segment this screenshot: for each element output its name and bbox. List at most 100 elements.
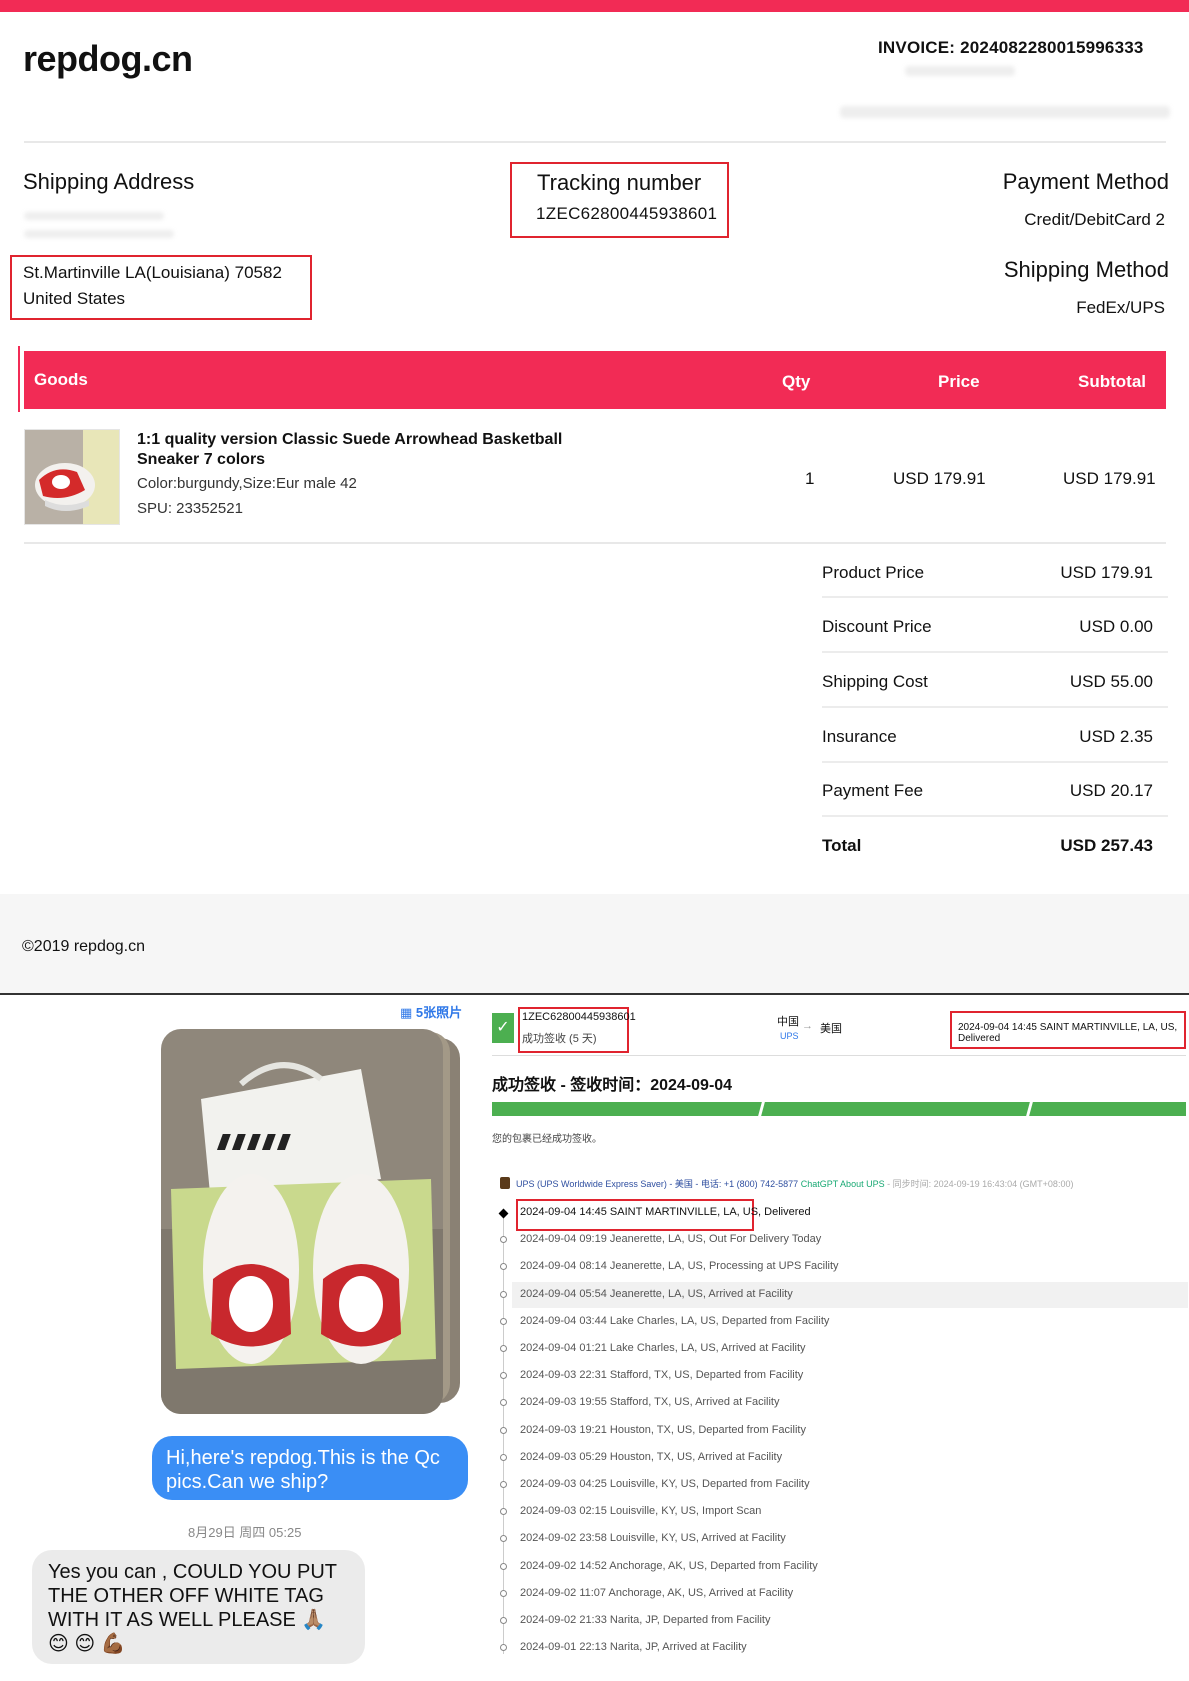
delivered-check-icon: ✓	[492, 1013, 514, 1043]
tracking-event: 2024-09-02 14:52 Anchorage, AK, US, Depa…	[520, 1559, 818, 1572]
tracking-event: 2024-09-03 19:21 Houston, TX, US, Depart…	[520, 1423, 806, 1436]
outgoing-message: Hi,here's repdog.This is the Qc pics.Can…	[152, 1436, 468, 1500]
tracking-event: 2024-09-04 05:54 Jeanerette, LA, US, Arr…	[520, 1287, 793, 1300]
item-qty: 1	[805, 469, 815, 488]
redacted-text	[24, 230, 174, 238]
product-title[interactable]: 1:1 quality version Classic Suede Arrowh…	[137, 430, 562, 470]
panel-tracking-number[interactable]: 1ZEC62800445938601	[522, 1011, 636, 1023]
invoice-number: INVOICE: 2024082280015996333	[878, 38, 1144, 57]
tracking-event: 2024-09-03 22:31 Stafford, TX, US, Depar…	[520, 1369, 804, 1382]
divider	[822, 596, 1168, 598]
tracking-event: 2024-09-03 02:15 Louisville, KY, US, Imp…	[520, 1505, 762, 1518]
tracking-number-value: 1ZEC62800445938601	[536, 204, 718, 223]
goods-column-header: Goods	[34, 370, 88, 389]
summary-total-label: Total	[822, 836, 862, 855]
delivered-note: 您的包裹已经成功签收。	[492, 1134, 602, 1145]
timeline-dot	[500, 1481, 507, 1488]
goods-table-header: Goods Qty Price Subtotal	[24, 351, 1166, 409]
divider	[24, 542, 1166, 544]
product-variant: Color:burgundy,Size:Eur male 42	[137, 475, 357, 492]
item-price: USD 179.91	[893, 469, 986, 488]
tracking-event: 2024-09-03 19:55 Stafford, TX, US, Arriv…	[520, 1396, 780, 1409]
timeline-dot	[500, 1535, 507, 1543]
summary-discount-value: USD 0.00	[1079, 617, 1153, 636]
divider	[822, 815, 1168, 817]
section-divider	[0, 993, 1189, 995]
tracking-event: 2024-09-04 08:14 Jeanerette, LA, US, Pro…	[520, 1260, 839, 1273]
redacted-text	[24, 212, 164, 220]
summary-total-value: USD 257.43	[1060, 836, 1153, 855]
summary-product-price-label: Product Price	[822, 563, 925, 582]
tracking-event: 2024-09-04 03:44 Lake Charles, LA, US, D…	[520, 1314, 830, 1327]
summary-shipping-label: Shipping Cost	[822, 672, 928, 691]
destination-country: 美国	[820, 1023, 842, 1035]
delivered-title: 成功签收 - 签收时间：2024-09-04	[492, 1077, 733, 1094]
sneaker-image	[25, 430, 119, 524]
address-line-2: United States	[23, 289, 126, 308]
summary-payment-fee-value: USD 20.17	[1069, 781, 1153, 800]
timeline-dot	[500, 1508, 507, 1516]
tracking-event: 2024-09-02 11:07 Anchorage, AK, US, Arri…	[520, 1586, 794, 1599]
timeline-dot	[500, 1426, 507, 1434]
brand-logo-text[interactable]: repdog.cn	[23, 38, 193, 80]
shipping-method-value: FedEx/UPS	[1076, 298, 1165, 317]
timeline-dot	[500, 1589, 507, 1597]
product-spu: SPU: 23352521	[137, 500, 243, 517]
timeline-dot	[500, 1617, 507, 1624]
timeline-dot	[500, 1372, 507, 1380]
carrier-line: UPS (UPS Worldwide Express Saver) - 美国 -…	[516, 1179, 1074, 1189]
tracking-event: 2024-09-04 01:21 Lake Charles, LA, US, A…	[520, 1342, 806, 1354]
price-column-header: Price	[938, 372, 980, 391]
photos-link[interactable]: ▦ 5张照片	[400, 1002, 462, 1021]
qc-photo[interactable]	[161, 1029, 443, 1414]
timeline-dot	[500, 1345, 507, 1352]
summary-payment-fee-label: Payment Fee	[822, 781, 924, 800]
incoming-message: Yes you can , COULD YOU PUT THE OTHER OF…	[32, 1550, 365, 1664]
divider	[24, 141, 1166, 143]
arrow-right-icon: →	[802, 1020, 813, 1032]
address-line-1: St.Martinville LA(Louisiana) 70582	[23, 263, 282, 282]
subtotal-column-header: Subtotal	[1078, 372, 1146, 391]
latest-event: 2024-09-04 14:45 SAINT MARTINVILLE, LA, …	[958, 1022, 1178, 1044]
redacted-text	[905, 66, 1015, 76]
tracking-event: 2024-09-04 14:45 SAINT MARTINVILLE, LA, …	[520, 1206, 811, 1218]
delivery-progress-bar	[492, 1102, 1186, 1116]
panel-status-small: 成功签收 (5 天)	[522, 1033, 597, 1045]
divider	[492, 1055, 1186, 1056]
timeline-line	[503, 1214, 504, 1654]
timeline-dot	[500, 1453, 507, 1461]
timeline-dot	[500, 1236, 507, 1244]
chatgpt-link[interactable]: ChatGPT About UPS	[801, 1179, 885, 1189]
footer-copyright: ©2019 repdog.cn	[22, 938, 145, 955]
tracking-event: 2024-09-02 23:58 Louisville, KY, US, Arr…	[520, 1532, 786, 1545]
tracking-event: 2024-09-04 09:19 Jeanerette, LA, US, Out…	[520, 1233, 822, 1246]
table-left-edge	[18, 346, 20, 412]
timeline-dot	[500, 1562, 507, 1570]
shipping-method-heading: Shipping Method	[1003, 257, 1169, 282]
tracking-event: 2024-09-03 04:25 Louisville, KY, US, Dep…	[520, 1478, 810, 1490]
footer	[0, 894, 1189, 993]
grid-icon: ▦	[400, 1005, 416, 1020]
summary-insurance-value: USD 2.35	[1079, 727, 1153, 746]
carrier-tag: UPS	[780, 1031, 799, 1041]
timeline-dot	[500, 1644, 507, 1652]
tracking-number-heading: Tracking number	[537, 170, 702, 195]
timeline-dot	[500, 1290, 507, 1298]
divider	[822, 706, 1168, 708]
summary-insurance-label: Insurance	[822, 727, 897, 746]
sneakers-box-image	[161, 1029, 443, 1414]
timeline-dot	[500, 1317, 507, 1325]
top-accent-bar	[0, 0, 1189, 12]
product-thumbnail[interactable]	[24, 429, 120, 525]
tracking-event: 2024-09-01 22:13 Narita, JP, Arrived at …	[520, 1641, 747, 1654]
chat-timestamp: 8月29日 周四 05:25	[188, 1525, 302, 1540]
timeline-dot	[500, 1399, 507, 1407]
summary-product-price-value: USD 179.91	[1060, 563, 1153, 582]
summary-discount-label: Discount Price	[822, 617, 932, 636]
item-subtotal: USD 179.91	[1063, 469, 1156, 488]
divider	[822, 761, 1168, 763]
timeline-current-dot	[498, 1208, 509, 1219]
tracking-event: 2024-09-03 05:29 Houston, TX, US, Arrive…	[520, 1450, 783, 1463]
payment-method-heading: Payment Method	[1002, 169, 1169, 194]
divider	[822, 651, 1168, 653]
